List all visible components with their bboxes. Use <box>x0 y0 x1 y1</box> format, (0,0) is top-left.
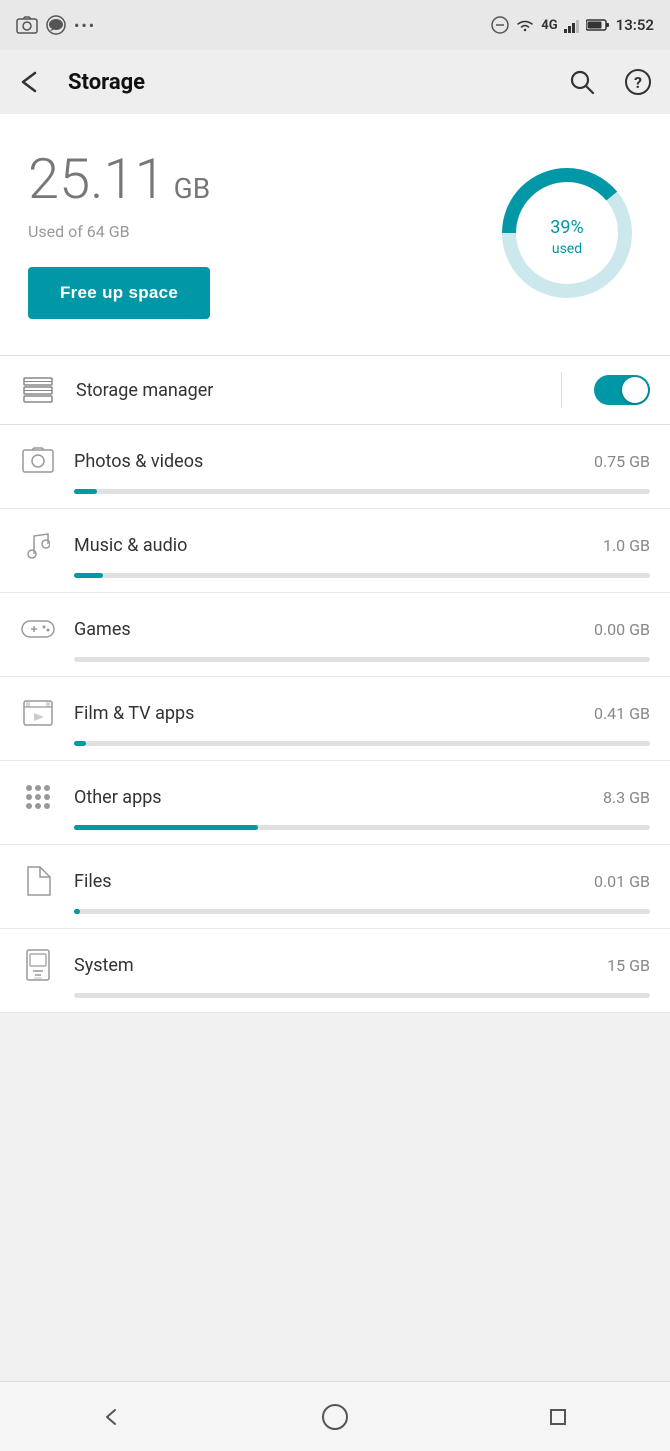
files-icon <box>20 863 56 899</box>
other-apps-size: 8.3 GB <box>603 788 650 807</box>
wifi-icon <box>515 17 535 33</box>
network-4g: 4G <box>541 18 557 33</box>
donut-used-label: used <box>550 241 583 257</box>
category-film-tv[interactable]: Film & TV apps 0.41 GB <box>0 677 670 761</box>
donut-label: 39% used <box>550 209 583 257</box>
search-button[interactable] <box>562 62 602 102</box>
manager-divider <box>561 372 562 408</box>
dnd-icon <box>491 16 509 34</box>
storage-donut-chart: 39% used <box>492 158 642 308</box>
storage-manager-row[interactable]: Storage manager <box>0 356 670 425</box>
games-size: 0.00 GB <box>594 620 650 639</box>
back-button[interactable] <box>12 62 52 102</box>
storage-summary-card: 25.11 GB Used of 64 GB Free up space 39%… <box>0 114 670 356</box>
category-list: Photos & videos 0.75 GB Music & audio 1.… <box>0 425 670 1013</box>
back-nav-button[interactable] <box>82 1387 142 1447</box>
apps-icon <box>20 779 56 815</box>
category-games[interactable]: Games 0.00 GB <box>0 593 670 677</box>
system-size: 15 GB <box>607 956 650 975</box>
music-audio-label: Music & audio <box>74 535 585 556</box>
storage-used-value: 25.11 GB <box>28 146 210 212</box>
film-progress-bg <box>74 741 650 746</box>
music-audio-size: 1.0 GB <box>603 536 650 555</box>
files-progress-fill <box>74 909 80 914</box>
system-icon <box>20 947 56 983</box>
signal-icon <box>564 17 580 33</box>
category-files[interactable]: Files 0.01 GB <box>0 845 670 929</box>
storage-manager-toggle[interactable] <box>594 375 650 405</box>
status-icons-left: ••• <box>16 15 96 35</box>
help-button[interactable]: ? <box>618 62 658 102</box>
files-label: Files <box>74 871 576 892</box>
recents-nav-button[interactable] <box>528 1387 588 1447</box>
status-bar: ••• 4G 13:52 <box>0 0 670 50</box>
storage-manager-icon <box>20 372 56 408</box>
photos-icon <box>20 443 56 479</box>
music-progress-bg <box>74 573 650 578</box>
category-other-apps[interactable]: Other apps 8.3 GB <box>0 761 670 845</box>
status-icons-right: 4G 13:52 <box>491 16 654 34</box>
svg-text:?: ? <box>634 73 642 92</box>
games-label: Games <box>74 619 576 640</box>
games-progress-bg <box>74 657 650 662</box>
other-apps-label: Other apps <box>74 787 585 808</box>
bottom-nav <box>0 1381 670 1451</box>
storage-total-label: Used of 64 GB <box>28 222 210 241</box>
film-tv-size: 0.41 GB <box>594 704 650 723</box>
photos-progress-bg <box>74 489 650 494</box>
category-photos-videos[interactable]: Photos & videos 0.75 GB <box>0 425 670 509</box>
storage-manager-label: Storage manager <box>76 380 529 401</box>
film-tv-label: Film & TV apps <box>74 703 576 724</box>
category-music-audio[interactable]: Music & audio 1.0 GB <box>0 509 670 593</box>
battery-icon <box>586 18 610 32</box>
photos-videos-label: Photos & videos <box>74 451 576 472</box>
photos-videos-size: 0.75 GB <box>594 452 650 471</box>
other-apps-progress-bg <box>74 825 650 830</box>
free-up-space-button[interactable]: Free up space <box>28 267 210 319</box>
storage-info: 25.11 GB Used of 64 GB Free up space <box>28 146 210 319</box>
files-size: 0.01 GB <box>594 872 650 891</box>
home-nav-button[interactable] <box>305 1387 365 1447</box>
time-display: 13:52 <box>616 16 654 34</box>
category-system[interactable]: System 15 GB <box>0 929 670 1013</box>
photos-progress-fill <box>74 489 97 494</box>
dots-icon: ••• <box>74 16 96 35</box>
whatsapp-icon <box>46 15 66 35</box>
music-icon <box>20 527 56 563</box>
donut-percent-value: 39 <box>550 217 570 238</box>
app-bar: Storage ? <box>0 50 670 114</box>
photo-icon <box>16 16 38 34</box>
system-progress-bg <box>74 993 650 998</box>
film-icon <box>20 695 56 731</box>
page-title: Storage <box>68 70 546 95</box>
storage-unit: GB <box>174 172 211 205</box>
music-progress-fill <box>74 573 103 578</box>
files-progress-bg <box>74 909 650 914</box>
games-icon <box>20 611 56 647</box>
other-apps-progress-fill <box>74 825 258 830</box>
film-progress-fill <box>74 741 86 746</box>
system-label: System <box>74 955 589 976</box>
